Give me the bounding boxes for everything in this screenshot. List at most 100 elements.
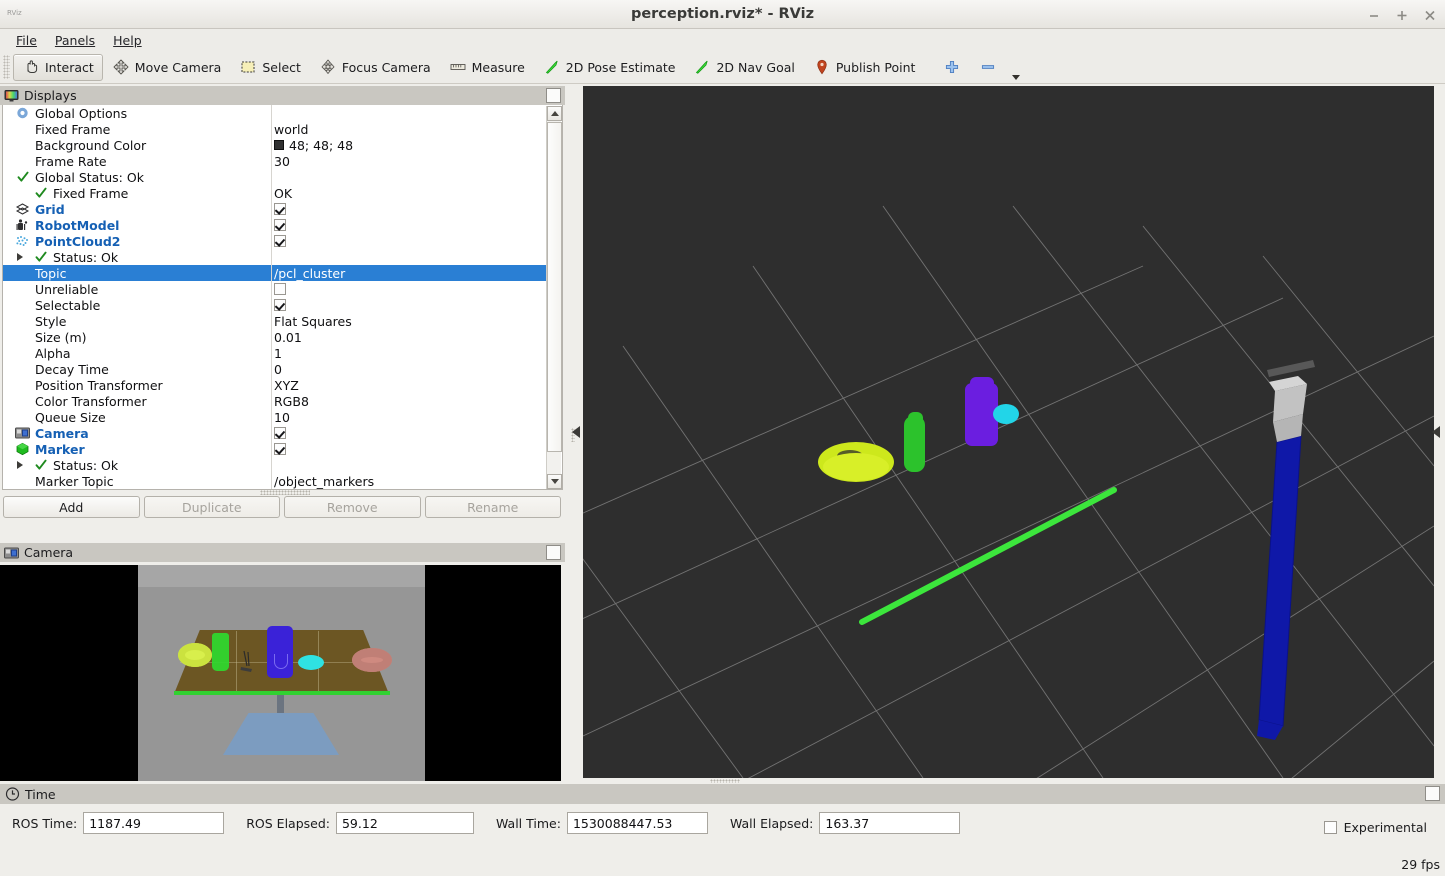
display-row-grid[interactable]: Grid (3, 201, 547, 217)
scroll-up-arrow-icon[interactable] (547, 106, 562, 121)
wall-time-input[interactable]: 1530088447.53 (566, 812, 708, 834)
display-row-pointcloud2[interactable]: PointCloud2 (3, 233, 547, 249)
experimental-checkbox-box[interactable] (1323, 821, 1337, 834)
display-row-value-cell[interactable]: RGB8 (271, 393, 547, 409)
ros-time-input[interactable]: 1187.49 (83, 812, 225, 834)
tool-measure[interactable]: Measure (440, 54, 534, 81)
render-bottom-grip[interactable] (710, 779, 740, 783)
tool-select[interactable]: Select (230, 54, 310, 81)
display-row-value-cell[interactable]: 1 (271, 345, 547, 361)
display-row-global-status-ok[interactable]: Global Status: Ok (3, 169, 547, 185)
display-enable-checkbox[interactable] (274, 235, 286, 247)
display-row-status-ok[interactable]: Status: Ok (3, 249, 547, 265)
menu-panels[interactable]: Panels (46, 31, 104, 50)
tool-focus-camera[interactable]: Focus Camera (310, 54, 440, 81)
display-row-global-options[interactable]: Global Options (3, 105, 547, 121)
collapse-right-panel-arrow[interactable] (1432, 426, 1440, 438)
ros-elapsed-input[interactable]: 59.12 (335, 812, 474, 834)
display-enable-checkbox[interactable] (274, 443, 286, 455)
experimental-checkbox[interactable]: Experimental (1323, 820, 1427, 835)
display-row-robotmodel[interactable]: RobotModel (3, 217, 547, 233)
display-row-size-m[interactable]: Size (m) 0.01 (3, 329, 547, 345)
tool-interact[interactable]: Interact (13, 53, 103, 81)
display-enable-checkbox[interactable] (274, 283, 286, 295)
duplicate-display-button[interactable]: Duplicate (143, 496, 280, 518)
display-row-decay-time[interactable]: Decay Time 0 (3, 361, 547, 377)
display-enable-checkbox[interactable] (274, 427, 286, 439)
float-panel-button[interactable] (546, 545, 561, 560)
display-row-value-cell[interactable]: 30 (271, 153, 547, 169)
display-row-value-cell[interactable] (271, 201, 547, 217)
display-enable-checkbox[interactable] (274, 219, 286, 231)
tool-2d-pose-estimate[interactable]: 2D Pose Estimate (534, 54, 685, 81)
menu-file[interactable]: File (7, 31, 46, 50)
display-row-unreliable[interactable]: Unreliable (3, 281, 547, 297)
display-row-selectable[interactable]: Selectable (3, 297, 547, 313)
display-row-value-cell[interactable]: 10 (271, 409, 547, 425)
display-row-fixed-frame[interactable]: Fixed Frame OK (3, 185, 547, 201)
display-row-value-cell[interactable]: /object_markers (271, 473, 547, 489)
color-swatch[interactable] (274, 140, 284, 150)
display-row-value-cell[interactable]: Flat Squares (271, 313, 547, 329)
tool-move-camera[interactable]: Move Camera (103, 54, 231, 81)
render-view-3d[interactable] (583, 86, 1434, 778)
display-row-camera[interactable]: Camera (3, 425, 547, 441)
toolbar-overflow-chevron-icon[interactable] (1006, 54, 1028, 81)
display-row-value-cell[interactable] (271, 425, 547, 441)
close-icon[interactable] (1423, 8, 1437, 22)
display-row-topic[interactable]: Topic/pcl_cluster (3, 265, 547, 281)
minimize-icon[interactable] (1367, 8, 1381, 22)
displays-resize-grip[interactable] (260, 490, 310, 495)
display-row-value-cell[interactable]: XYZ (271, 377, 547, 393)
display-row-alpha[interactable]: Alpha 1 (3, 345, 547, 361)
wall-elapsed-input[interactable]: 163.37 (819, 812, 961, 834)
display-row-queue-size[interactable]: Queue Size 10 (3, 409, 547, 425)
remove-display-button[interactable]: Remove (284, 496, 421, 518)
expand-triangle-icon[interactable] (17, 253, 23, 261)
rename-display-button[interactable]: Rename (424, 496, 561, 518)
display-row-value-cell[interactable]: 0 (271, 361, 547, 377)
display-row-value-cell[interactable] (271, 169, 547, 185)
collapse-left-panel-arrow[interactable] (572, 426, 580, 438)
float-panel-button[interactable] (546, 88, 561, 103)
add-tool-button[interactable] (934, 54, 970, 81)
display-row-fixed-frame[interactable]: Fixed Frame world (3, 121, 547, 137)
tool-publish-point[interactable]: Publish Point (804, 54, 925, 81)
scroll-down-arrow-icon[interactable] (547, 474, 562, 489)
remove-tool-button[interactable] (970, 54, 1006, 81)
display-row-value-cell[interactable]: 48; 48; 48 (271, 137, 547, 153)
toolbar-drag-handle[interactable] (3, 55, 10, 79)
display-row-frame-rate[interactable]: Frame Rate 30 (3, 153, 547, 169)
display-row-marker[interactable]: Marker (3, 441, 547, 457)
display-row-value-cell[interactable]: 0.01 (271, 329, 547, 345)
displays-scrollbar[interactable] (546, 106, 562, 489)
display-enable-checkbox[interactable] (274, 203, 286, 215)
display-row-value-cell[interactable]: /pcl_cluster (271, 265, 547, 281)
expand-triangle-icon[interactable] (17, 461, 23, 469)
display-row-marker-topic[interactable]: Marker Topic/object_markers (3, 473, 547, 489)
display-row-value-cell[interactable] (271, 249, 547, 265)
tool-2d-nav-goal[interactable]: 2D Nav Goal (684, 54, 803, 81)
display-row-value-cell[interactable] (271, 441, 547, 457)
display-row-value-cell[interactable]: world (271, 121, 547, 137)
display-enable-checkbox[interactable] (274, 299, 286, 311)
display-row-value-cell[interactable]: OK (271, 185, 547, 201)
display-row-position-transformer[interactable]: Position Transformer XYZ (3, 377, 547, 393)
display-row-value-cell[interactable] (271, 105, 547, 121)
display-row-value-cell[interactable] (271, 281, 547, 297)
add-display-button[interactable]: Add (3, 496, 140, 518)
displays-tree[interactable]: Global Options Fixed Frame world Background… (2, 105, 563, 490)
display-row-value-cell[interactable] (271, 297, 547, 313)
camera-image-view[interactable] (0, 565, 561, 781)
display-row-color-transformer[interactable]: Color Transformer RGB8 (3, 393, 547, 409)
display-row-value-cell[interactable] (271, 217, 547, 233)
float-panel-button[interactable] (1425, 786, 1440, 801)
display-row-status-ok[interactable]: Status: Ok (3, 457, 547, 473)
menu-help[interactable]: Help (104, 31, 151, 50)
maximize-icon[interactable] (1395, 8, 1409, 22)
display-row-value-cell[interactable] (271, 457, 547, 473)
display-row-value-cell[interactable] (271, 233, 547, 249)
scrollbar-thumb[interactable] (547, 122, 562, 452)
display-row-background-color[interactable]: Background Color 48; 48; 48 (3, 137, 547, 153)
display-row-style[interactable]: Style Flat Squares (3, 313, 547, 329)
